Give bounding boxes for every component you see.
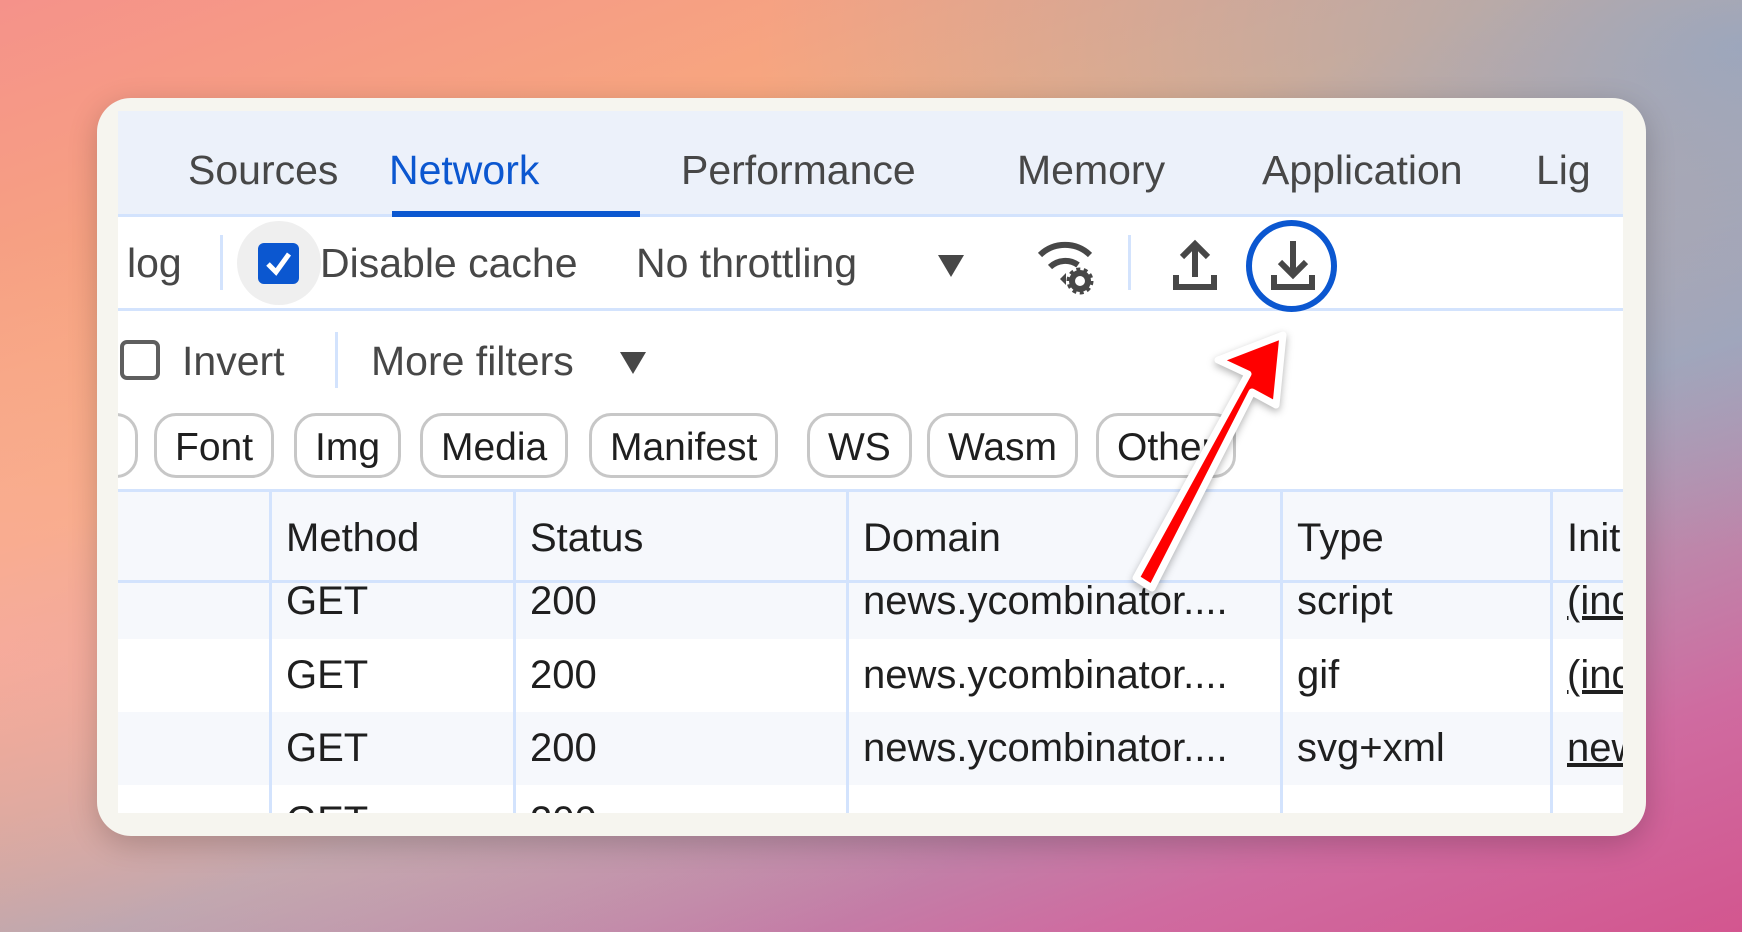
annotation-arrow-icon bbox=[1132, 331, 1287, 592]
